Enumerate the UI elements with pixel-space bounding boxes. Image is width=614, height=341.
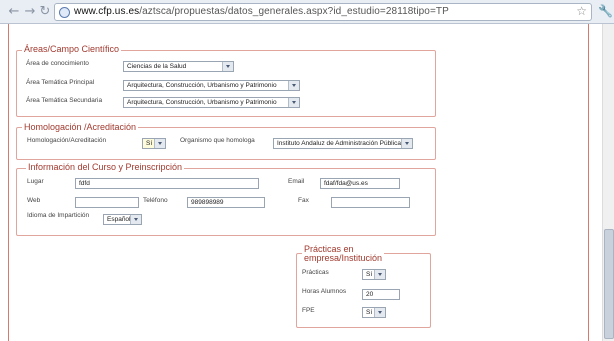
homologacion-select[interactable]: Sí bbox=[142, 138, 166, 149]
practicas-value: Sí bbox=[366, 271, 373, 278]
chevron-down-icon bbox=[154, 139, 165, 148]
practicas-label: Prácticas bbox=[302, 269, 329, 276]
chevron-down-icon bbox=[374, 270, 385, 279]
web-label: Web bbox=[27, 197, 41, 204]
organismo-value: Instituto Andaluz de Administración Públ… bbox=[277, 140, 401, 147]
idioma-select[interactable]: Español bbox=[103, 214, 142, 225]
chevron-down-icon bbox=[288, 81, 299, 90]
bookmark-star-icon[interactable]: ☆ bbox=[576, 4, 587, 18]
page-border-right bbox=[588, 24, 589, 341]
telefono-label: Teléfono bbox=[143, 197, 168, 204]
homologacion-value: Sí bbox=[146, 140, 153, 147]
page-border-left bbox=[8, 24, 9, 341]
homologacion-legend: Homologación /Acreditación bbox=[22, 122, 139, 132]
practicas-legend: Prácticas en empresa/Institución bbox=[302, 245, 385, 263]
url-host: www.cfp.us.es bbox=[74, 6, 140, 17]
chevron-down-icon bbox=[222, 62, 233, 71]
tematica-principal-label: Área Temática Principal bbox=[26, 79, 95, 86]
horas-alumnos-label: Horas Alumnos bbox=[302, 288, 347, 295]
forward-arrow-icon[interactable]: → bbox=[22, 4, 38, 20]
address-bar[interactable]: www.cfp.us.es/aztsca/propuestas/datos_ge… bbox=[54, 3, 592, 21]
email-input[interactable]: fdaf/fda@us.es bbox=[320, 178, 400, 189]
lugar-input[interactable]: fdfd bbox=[75, 178, 259, 189]
tematica-principal-value: Arquitectura, Construcción, Urbanismo y … bbox=[127, 82, 277, 89]
lugar-label: Lugar bbox=[27, 178, 44, 185]
globe-icon bbox=[59, 7, 70, 18]
reload-icon[interactable]: ↻ bbox=[37, 4, 53, 20]
tematica-secundaria-value: Arquitectura, Construcción, Urbanismo y … bbox=[127, 99, 277, 106]
telefono-input[interactable]: 989898989 bbox=[187, 197, 265, 208]
fpe-value: Sí bbox=[366, 309, 373, 316]
url-text[interactable]: www.cfp.us.es/aztsca/propuestas/datos_ge… bbox=[74, 6, 449, 17]
homologacion-label: Homologación/Acreditación bbox=[27, 137, 107, 144]
vertical-scrollbar[interactable] bbox=[602, 24, 614, 341]
tematica-principal-select[interactable]: Arquitectura, Construcción, Urbanismo y … bbox=[123, 80, 300, 91]
informacion-legend: Información del Curso y Preinscripción bbox=[26, 162, 185, 172]
tematica-secundaria-label: Área Temática Secundaria bbox=[26, 97, 103, 104]
organismo-label: Organismo que homologa bbox=[180, 137, 255, 144]
wrench-icon[interactable]: 🔧 bbox=[598, 4, 613, 18]
chevron-down-icon bbox=[374, 308, 385, 317]
chevron-down-icon bbox=[288, 98, 299, 107]
tematica-secundaria-select[interactable]: Arquitectura, Construcción, Urbanismo y … bbox=[123, 97, 300, 108]
practicas-legend-line2: empresa/Institución bbox=[304, 253, 383, 263]
organismo-select[interactable]: Instituto Andaluz de Administración Públ… bbox=[273, 138, 413, 149]
browser-toolbar: ← → ↻ www.cfp.us.es/aztsca/propuestas/da… bbox=[0, 0, 614, 24]
scrollbar-thumb[interactable] bbox=[604, 229, 614, 339]
practicas-select[interactable]: Sí bbox=[362, 269, 386, 280]
idioma-value: Español bbox=[107, 216, 131, 223]
chevron-down-icon bbox=[401, 139, 412, 148]
chevron-down-icon bbox=[130, 215, 141, 224]
areas-legend: Áreas/Campo Científico bbox=[22, 44, 122, 54]
email-label: Email bbox=[288, 178, 305, 185]
area-conocimiento-value: Ciencias de la Salud bbox=[127, 63, 187, 70]
area-conocimiento-label: Área de conocimiento bbox=[26, 60, 89, 67]
web-input[interactable] bbox=[75, 197, 139, 208]
fax-input[interactable] bbox=[331, 197, 410, 208]
fpe-select[interactable]: Sí bbox=[362, 307, 386, 318]
idioma-label: Idioma de Impartición bbox=[27, 212, 90, 219]
fpe-label: FPE bbox=[302, 307, 315, 314]
url-path: /aztsca/propuestas/datos_generales.aspx?… bbox=[139, 6, 449, 17]
area-conocimiento-select[interactable]: Ciencias de la Salud bbox=[123, 61, 234, 72]
horas-alumnos-input[interactable]: 20 bbox=[362, 289, 400, 300]
fax-label: Fax bbox=[298, 197, 309, 204]
back-arrow-icon[interactable]: ← bbox=[6, 4, 22, 20]
